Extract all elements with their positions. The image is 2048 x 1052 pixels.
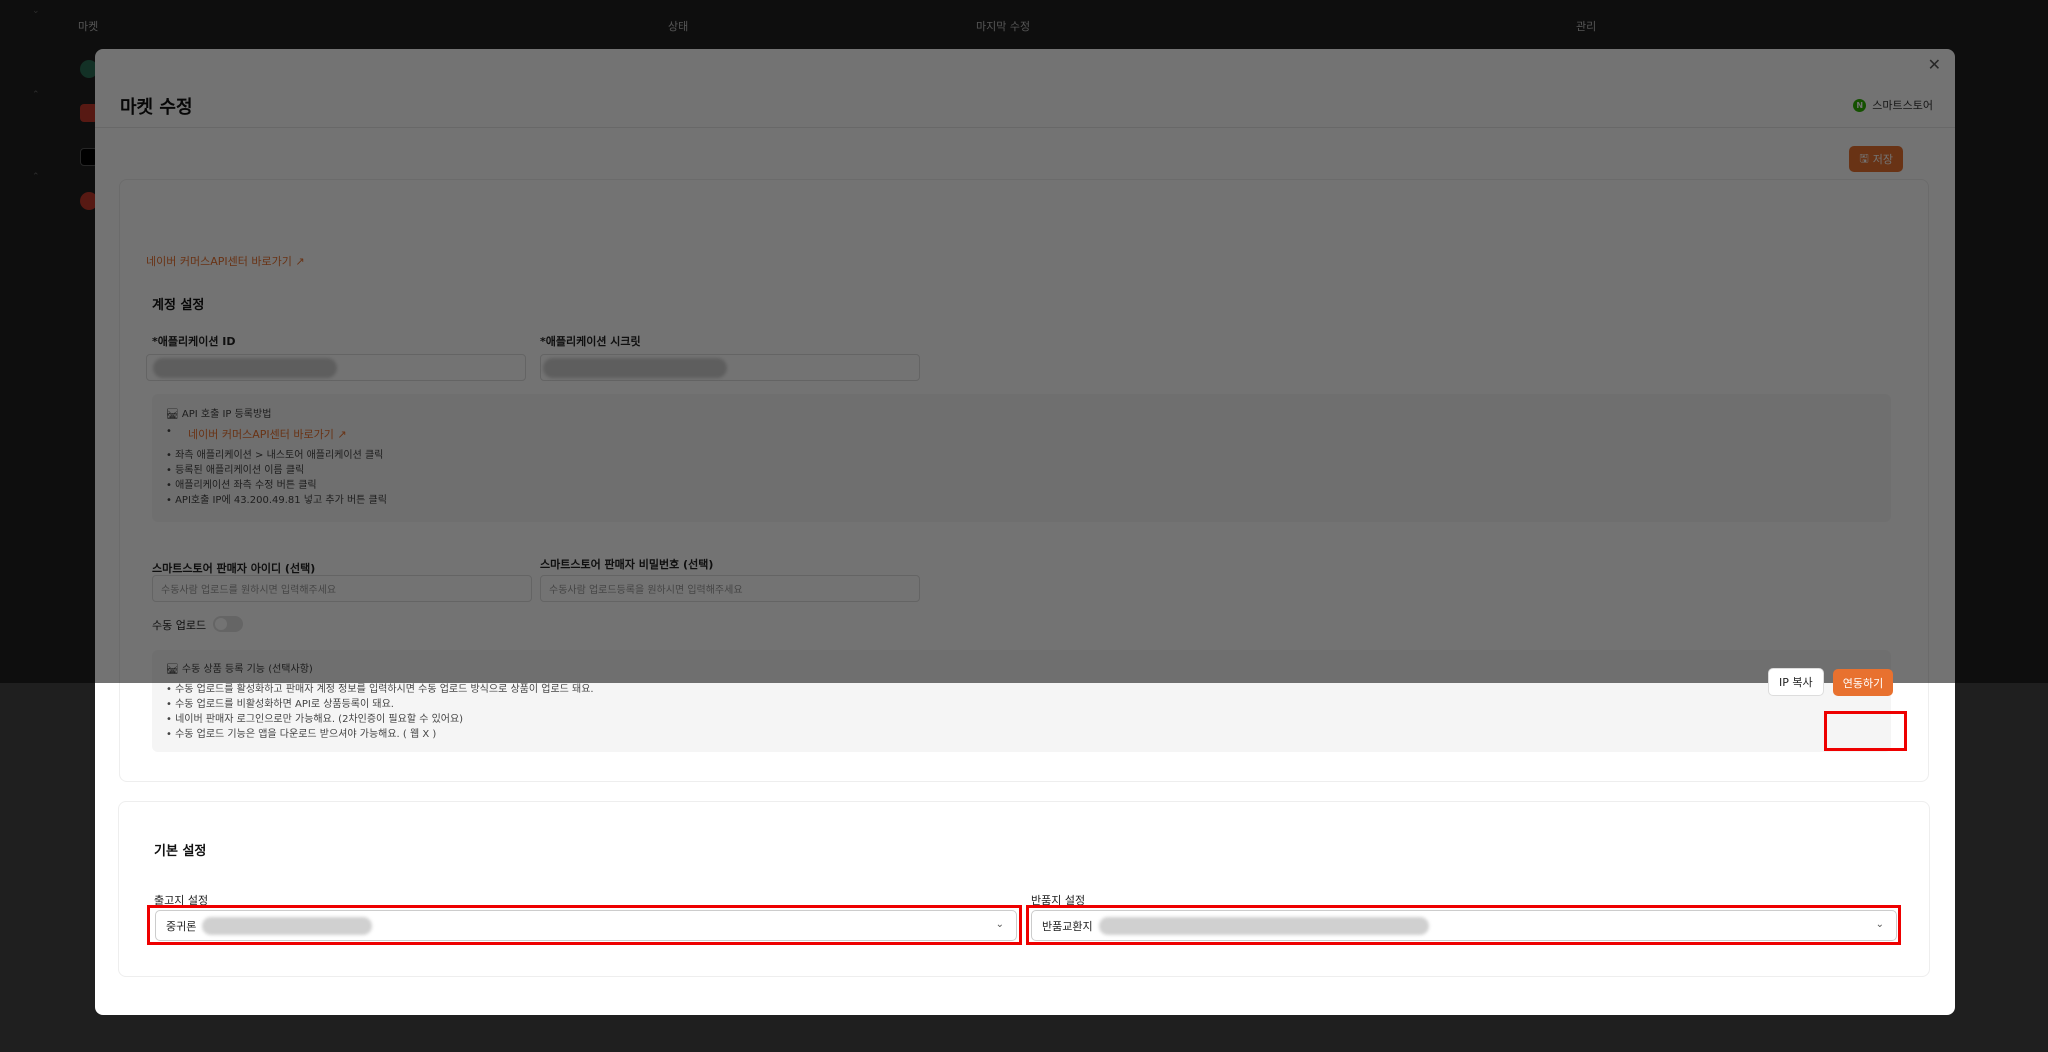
ip-guide-box: 🛤 API 호출 IP 등록방법 • 네이버 커머스API센터 바로가기 ↗ •… [152, 394, 1891, 522]
ip-guide-step: • 애플리케이션 좌측 수정 버튼 클릭 [166, 480, 317, 491]
app-id-input[interactable] [146, 354, 526, 381]
connect-button[interactable]: 연동하기 [1833, 669, 1893, 696]
redacted-value [543, 358, 727, 378]
ip-guide-link-label: 네이버 커머스API센터 바로가기 [188, 428, 334, 441]
return-label: 반품지 설정 [1031, 894, 1086, 907]
ip-guide-step: • API호출 IP에 43.200.49.81 넣고 추가 버튼 클릭 [166, 495, 387, 506]
ip-guide-step: • 좌측 애플리케이션 > 내스토어 애플리케이션 클릭 [166, 450, 384, 461]
chevron-icon: ⌃ [32, 172, 40, 182]
external-link-icon: ↗ [295, 255, 305, 268]
manual-upload-label: 수동 업로드 [152, 619, 207, 632]
seller-id-placeholder: 수동사람 업로드를 원하시면 입력해주세요 [161, 585, 337, 596]
column-manage: 관리 [1576, 20, 1597, 33]
ip-guide-title: 🛤 API 호출 IP 등록방법 [166, 409, 272, 420]
app-secret-label: *애플리케이션 시크릿 [540, 335, 641, 348]
ip-guide-step: • 등록된 애플리케이션 이름 클릭 [166, 465, 305, 476]
basic-section-title: 기본 설정 [154, 844, 207, 859]
chevron-down-icon: ⌄ [995, 919, 1004, 930]
market-badge: N 스마트스토어 [1853, 97, 1933, 113]
modal-title: 마켓 수정 [120, 97, 193, 118]
account-settings-card: 네이버 커머스API센터 바로가기 ↗ 계정 설정 *애플리케이션 ID *애플… [119, 179, 1929, 782]
chevron-icon: ⌃ [32, 90, 40, 100]
manual-upload-toggle[interactable] [213, 616, 243, 632]
basic-settings-card: 기본 설정 출고지 설정 중귀론 ⌄ 반품지 설정 반품교환지 ⌄ [118, 801, 1930, 977]
external-link-icon: ↗ [337, 428, 347, 441]
manual-guide-box: 🛤 수동 상품 등록 기능 (선택사항) • 수동 업로드를 활성화하고 판매자… [152, 650, 1891, 752]
app-secret-input[interactable] [540, 354, 920, 381]
close-icon[interactable]: ✕ [1928, 55, 1941, 74]
return-select-value: 반품교환지 [1042, 919, 1093, 933]
seller-id-label: 스마트스토어 판매자 아이디 (선택) [152, 562, 316, 575]
manual-guide-line: • 네이버 판매자 로그인으로만 가능해요. (2차인증이 필요할 수 있어요) [166, 714, 464, 725]
account-section-title: 계정 설정 [152, 298, 205, 313]
shipping-label: 출고지 설정 [154, 894, 209, 907]
divider [95, 127, 1955, 128]
seller-pw-input[interactable]: 수동사람 업로드등록을 원하시면 입력해주세요 [540, 575, 920, 602]
save-icon: 🖫 [1859, 151, 1869, 165]
api-center-link[interactable]: 네이버 커머스API센터 바로가기 ↗ [146, 253, 305, 269]
save-button[interactable]: 🖫 저장 [1849, 146, 1903, 172]
ip-guide-link[interactable]: 네이버 커머스API센터 바로가기 ↗ [188, 426, 347, 442]
background-table-header: 마켓 상태 마지막 수정 관리 [0, 18, 2048, 38]
api-center-link-label: 네이버 커머스API센터 바로가기 [146, 255, 292, 268]
redacted-value [202, 916, 373, 935]
seller-id-input[interactable]: 수동사람 업로드를 원하시면 입력해주세요 [152, 575, 532, 602]
shipping-select[interactable]: 중귀론 ⌄ [155, 910, 1017, 941]
manual-guide-line: • 수동 업로드를 비활성화하면 API로 상품등록이 돼요. [166, 699, 394, 710]
chevron-down-icon: ⌄ [1875, 919, 1884, 930]
seller-pw-placeholder: 수동사람 업로드등록을 원하시면 입력해주세요 [549, 585, 743, 596]
chevron-icon: ⌄ [32, 6, 40, 16]
ip-copy-button[interactable]: IP 복사 [1768, 668, 1824, 696]
return-select[interactable]: 반품교환지 ⌄ [1031, 910, 1897, 941]
shipping-select-value: 중귀론 [166, 919, 197, 933]
column-last-modified: 마지막 수정 [976, 20, 1031, 33]
redacted-value [153, 358, 337, 378]
manual-guide-line: • 수동 업로드 기능은 앱을 다운로드 받으셔야 가능해요. ( 웹 X ) [166, 729, 437, 740]
smartstore-icon: N [1853, 98, 1867, 112]
bullet: • [166, 426, 172, 437]
save-button-label: 저장 [1872, 153, 1893, 166]
market-badge-label: 스마트스토어 [1872, 99, 1933, 112]
column-market: 마켓 [78, 20, 99, 33]
column-status: 상태 [668, 20, 689, 33]
redacted-value [1098, 916, 1429, 935]
seller-pw-label: 스마트스토어 판매자 비밀번호 (선택) [540, 558, 714, 571]
manual-guide-line: • 수동 업로드를 활성화하고 판매자 계정 정보를 입력하시면 수동 업로드 … [166, 684, 594, 695]
app-id-label: *애플리케이션 ID [152, 335, 236, 348]
manual-guide-title: 🛤 수동 상품 등록 기능 (선택사항) [166, 664, 313, 675]
